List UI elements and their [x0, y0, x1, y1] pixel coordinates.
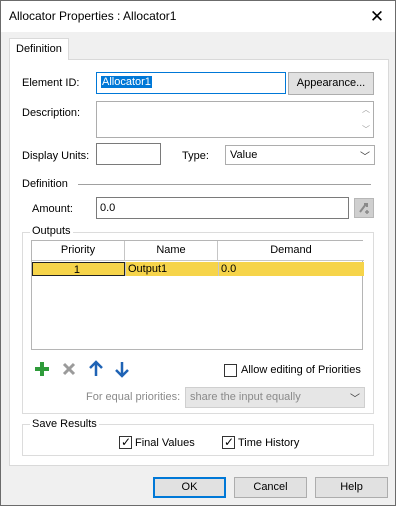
appearance-button[interactable]: Appearance...: [288, 72, 374, 95]
amount-input[interactable]: 0.0: [96, 197, 349, 219]
final-values-label: Final Values: [135, 437, 195, 449]
column-header-priority[interactable]: Priority: [32, 241, 125, 261]
amount-value: 0.0: [100, 202, 116, 214]
save-results-label: Save Results: [30, 418, 99, 430]
display-units-input[interactable]: [96, 143, 161, 165]
scroll-down-icon[interactable]: ﹀: [362, 124, 370, 135]
description-label: Description:: [22, 107, 81, 119]
arrow-up-icon[interactable]: [88, 360, 104, 378]
close-icon[interactable]: ✕: [359, 1, 395, 32]
row-name[interactable]: Output1: [125, 262, 218, 276]
type-label: Type:: [182, 150, 209, 162]
equal-priorities-value: share the input equally: [190, 391, 301, 403]
element-id-label: Element ID:: [22, 77, 80, 89]
chevron-down-icon: ﹀: [350, 394, 360, 405]
outputs-label: Outputs: [30, 225, 73, 237]
equal-priorities-label: For equal priorities:: [86, 391, 181, 403]
equal-priorities-select[interactable]: share the input equally ﹀: [185, 387, 365, 408]
element-id-value: Allocator1: [101, 76, 152, 88]
column-header-demand[interactable]: Demand: [218, 241, 364, 261]
time-history-label: Time History: [238, 437, 300, 449]
outputs-table[interactable]: Priority Name Demand 1 Output1 0.0: [31, 240, 364, 350]
scroll-up-icon[interactable]: ︿: [362, 104, 370, 115]
title-bar: Allocator Properties : Allocator1 ✕: [1, 1, 395, 32]
plus-icon[interactable]: [34, 361, 50, 377]
definition-panel: Element ID: Allocator1 Appearance... Des…: [9, 59, 389, 466]
tab-definition[interactable]: Definition: [9, 38, 69, 60]
display-units-label: Display Units:: [22, 150, 90, 162]
arrow-down-icon[interactable]: [114, 360, 130, 378]
allow-editing-label: Allow editing of Priorities: [241, 364, 361, 376]
description-input[interactable]: ︿ ﹀: [96, 101, 374, 138]
final-values-checkbox[interactable]: [119, 435, 132, 449]
divider: [78, 184, 371, 185]
row-priority[interactable]: 1: [32, 262, 125, 276]
time-history-checkbox[interactable]: [222, 435, 235, 449]
cancel-button[interactable]: Cancel: [234, 477, 307, 498]
ok-button[interactable]: OK: [153, 477, 226, 498]
definition-section-label: Definition: [22, 178, 68, 190]
row-demand[interactable]: 0.0: [218, 262, 364, 276]
type-select[interactable]: Value ﹀: [225, 145, 375, 165]
help-button[interactable]: Help: [315, 477, 388, 498]
column-header-name[interactable]: Name: [125, 241, 218, 261]
x-icon[interactable]: [61, 361, 77, 377]
allow-editing-checkbox[interactable]: [224, 364, 237, 377]
element-id-input[interactable]: Allocator1: [96, 72, 286, 94]
link-icon[interactable]: [354, 198, 374, 218]
chevron-down-icon: ﹀: [360, 152, 370, 163]
amount-label: Amount:: [32, 203, 73, 215]
type-value: Value: [230, 149, 258, 161]
dialog-window: Allocator Properties : Allocator1 ✕ Defi…: [0, 0, 396, 506]
window-title: Allocator Properties : Allocator1: [9, 9, 177, 23]
